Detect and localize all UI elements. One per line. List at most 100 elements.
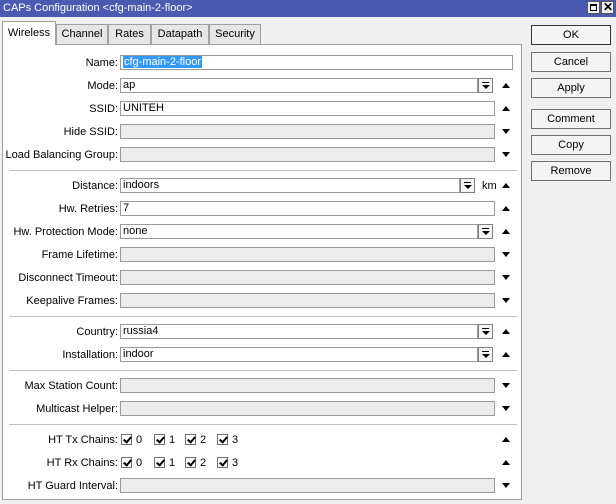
name-input[interactable]: cfg-main-2-floor (120, 55, 513, 70)
mode-dropdown-icon[interactable] (478, 78, 493, 93)
installation-label: Installation: (62, 349, 118, 361)
comment-button[interactable]: Comment (531, 109, 611, 129)
tab-label: Security (215, 28, 255, 40)
ht-tx-chain-0-checkbox[interactable] (121, 434, 132, 445)
hw-retries-input[interactable]: 7 (120, 201, 495, 216)
hw-retries-label: Hw. Retries: (58, 203, 118, 215)
country-arrow-up-icon[interactable] (502, 329, 510, 334)
hw-retries-value: 7 (123, 202, 130, 214)
load-balancing-group-input[interactable] (120, 147, 495, 162)
ht-tx-chain-3-label: 3 (232, 434, 239, 446)
load-balancing-group-label: Load Balancing Group: (5, 149, 118, 161)
maximize-icon[interactable] (587, 1, 600, 14)
mode-select[interactable]: ap (120, 78, 478, 93)
divider (9, 170, 517, 172)
country-select[interactable]: russia4 (120, 324, 478, 339)
tab-label: Channel (61, 28, 103, 40)
hide-ssid-input[interactable] (120, 124, 495, 139)
max-station-count-label: Max Station Count: (24, 380, 118, 392)
country-dropdown-icon[interactable] (478, 324, 493, 339)
ssid-value: UNITEH (123, 102, 164, 114)
mode-arrow-up-icon[interactable] (502, 83, 510, 88)
keepalive-frames-input[interactable] (120, 293, 495, 308)
installation-arrow-up-icon[interactable] (502, 352, 510, 357)
disconnect-timeout-input[interactable] (120, 270, 495, 285)
hw-retries-arrow-up-icon[interactable] (502, 206, 510, 211)
copy-button[interactable]: Copy (531, 135, 611, 155)
remove-button[interactable]: Remove (531, 161, 611, 181)
country-label: Country: (76, 326, 118, 338)
ok-button[interactable]: OK (531, 25, 611, 45)
hw-protection-mode-select[interactable]: none (120, 224, 478, 239)
disconnect-timeout-arrow-down-icon[interactable] (502, 275, 510, 280)
ssid-input[interactable]: UNITEH (120, 101, 495, 116)
hw-protection-mode-dropdown-icon[interactable] (478, 224, 493, 239)
wireless-panel: Name: cfg-main-2-floor Mode: ap SSID: UN… (2, 44, 522, 500)
tab-security[interactable]: Security (209, 24, 261, 44)
disconnect-timeout-label: Disconnect Timeout: (18, 272, 118, 284)
distance-label: Distance: (72, 180, 118, 192)
frame-lifetime-arrow-down-icon[interactable] (502, 252, 510, 257)
window-title: CAPs Configuration <cfg-main-2-floor> (3, 2, 193, 14)
ht-tx-chain-1-checkbox[interactable] (154, 434, 165, 445)
load-balancing-group-arrow-down-icon[interactable] (502, 152, 510, 157)
max-station-count-input[interactable] (120, 378, 495, 393)
country-value: russia4 (123, 325, 159, 337)
tab-channel[interactable]: Channel (56, 24, 108, 44)
ht-rx-chain-0-label: 0 (136, 457, 143, 469)
tab-wireless[interactable]: Wireless (2, 21, 56, 45)
installation-dropdown-icon[interactable] (478, 347, 493, 362)
tab-label: Datapath (157, 28, 203, 40)
distance-arrow-up-icon[interactable] (502, 183, 510, 188)
ht-guard-interval-input[interactable] (120, 478, 495, 493)
mode-value: ap (123, 79, 136, 91)
divider (9, 424, 517, 426)
ht-rx-chain-3-label: 3 (232, 457, 239, 469)
distance-select[interactable]: indoors (120, 178, 460, 193)
tab-label: Wireless (7, 27, 51, 39)
ht-tx-chain-3-checkbox[interactable] (217, 434, 228, 445)
multicast-helper-input[interactable] (120, 401, 495, 416)
ht-tx-chain-2-label: 2 (200, 434, 207, 446)
caps-configuration-window: CAPs Configuration <cfg-main-2-floor> ✕ … (0, 0, 616, 504)
installation-value: indoor (123, 348, 154, 360)
ht-rx-chain-1-checkbox[interactable] (154, 457, 165, 468)
ht-tx-chain-1-label: 1 (169, 434, 176, 446)
close-icon[interactable]: ✕ (601, 0, 614, 14)
ht-rx-chain-2-label: 2 (200, 457, 207, 469)
keepalive-frames-label: Keepalive Frames: (26, 295, 118, 307)
divider (9, 370, 517, 372)
ht-rx-chain-0-checkbox[interactable] (121, 457, 132, 468)
distance-dropdown-icon[interactable] (460, 178, 475, 193)
divider (9, 316, 517, 318)
max-station-count-arrow-down-icon[interactable] (502, 383, 510, 388)
frame-lifetime-input[interactable] (120, 247, 495, 262)
hide-ssid-arrow-down-icon[interactable] (502, 129, 510, 134)
installation-select[interactable]: indoor (120, 347, 478, 362)
title-bar[interactable]: CAPs Configuration <cfg-main-2-floor> ✕ (0, 0, 616, 17)
hw-protection-mode-arrow-up-icon[interactable] (502, 229, 510, 234)
tab-rates[interactable]: Rates (108, 24, 151, 44)
ht-tx-chains-arrow-up-icon[interactable] (502, 437, 510, 442)
ht-rx-chain-2-checkbox[interactable] (185, 457, 196, 468)
hide-ssid-label: Hide SSID: (63, 126, 118, 138)
ht-tx-chain-0-label: 0 (136, 434, 143, 446)
hw-protection-mode-label: Hw. Protection Mode: (13, 226, 118, 238)
tab-label: Rates (115, 28, 144, 40)
multicast-helper-arrow-down-icon[interactable] (502, 406, 510, 411)
hw-protection-mode-value: none (123, 225, 148, 237)
ht-guard-interval-arrow-down-icon[interactable] (502, 483, 510, 488)
apply-button[interactable]: Apply (531, 78, 611, 98)
tab-datapath[interactable]: Datapath (151, 24, 209, 44)
cancel-button[interactable]: Cancel (531, 52, 611, 72)
ht-rx-chains-arrow-up-icon[interactable] (502, 460, 510, 465)
multicast-helper-label: Multicast Helper: (36, 403, 118, 415)
ht-rx-chains-label: HT Rx Chains: (46, 457, 118, 469)
name-value: cfg-main-2-floor (123, 56, 203, 68)
ssid-arrow-up-icon[interactable] (502, 106, 510, 111)
distance-unit: km (482, 180, 497, 192)
ht-tx-chain-2-checkbox[interactable] (185, 434, 196, 445)
keepalive-frames-arrow-down-icon[interactable] (502, 298, 510, 303)
ht-rx-chain-3-checkbox[interactable] (217, 457, 228, 468)
frame-lifetime-label: Frame Lifetime: (41, 249, 118, 261)
